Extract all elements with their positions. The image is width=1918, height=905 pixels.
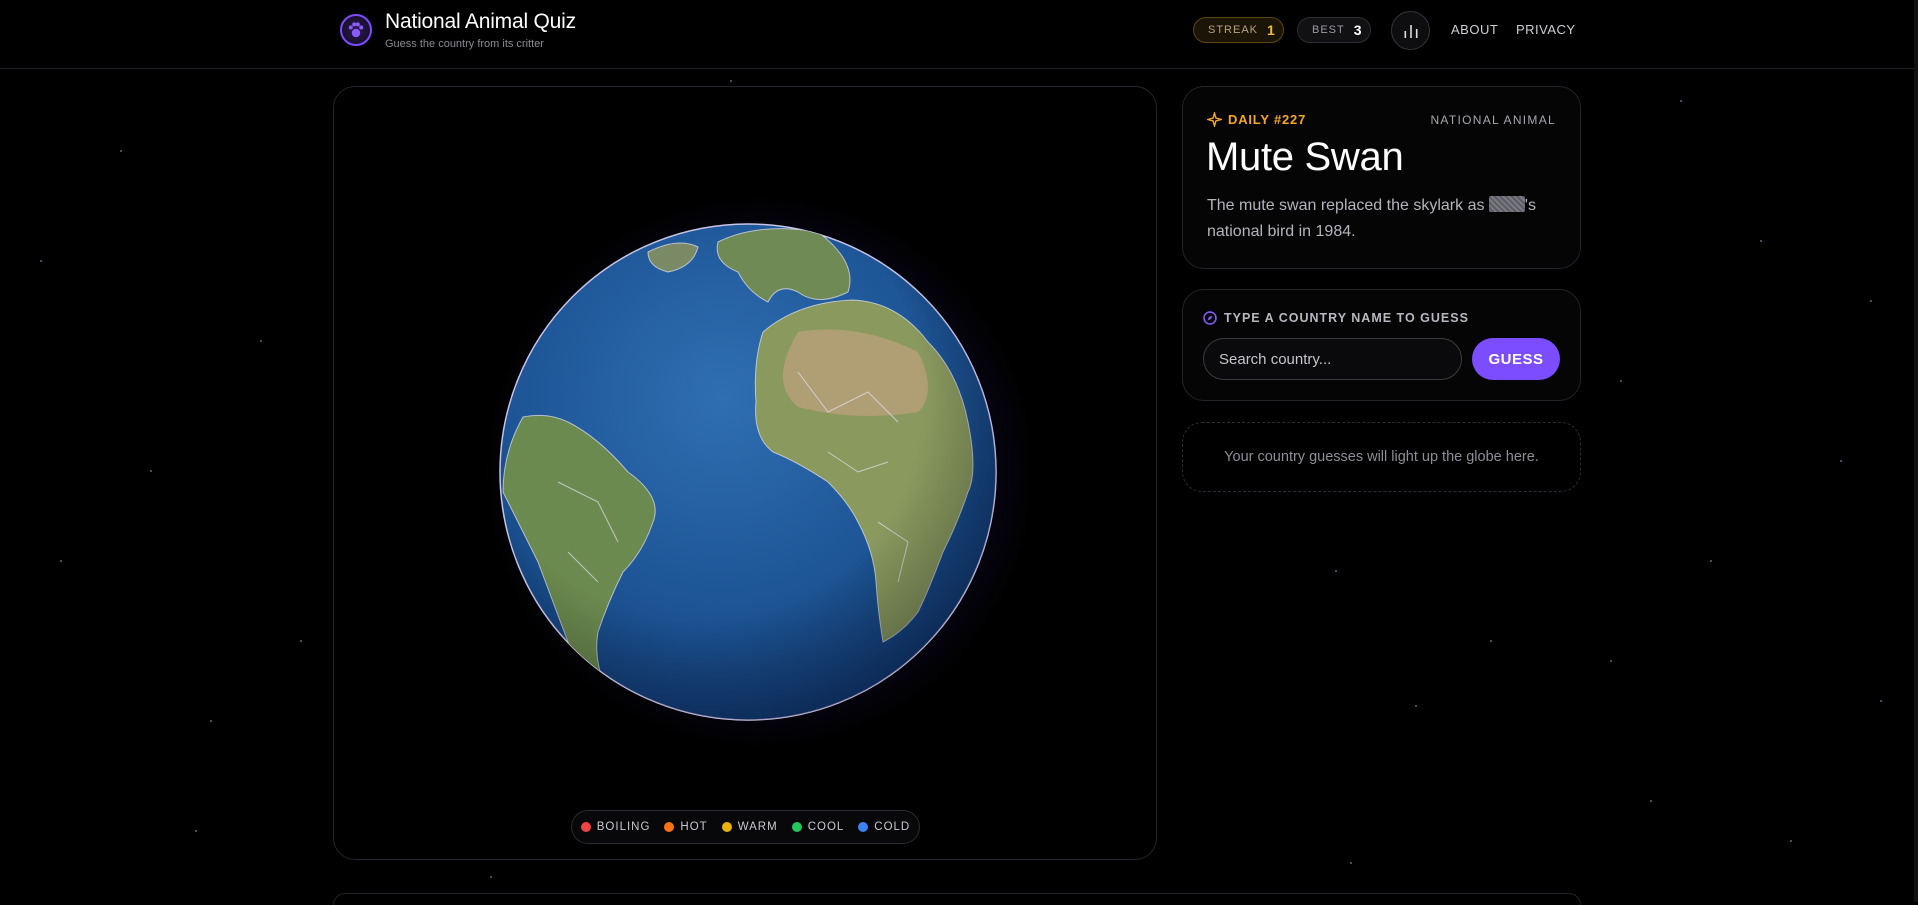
app-subtitle: Guess the country from its critter (385, 38, 544, 50)
guesses-empty-state: Your country guesses will light up the g… (1182, 422, 1581, 492)
sparkle-icon (1207, 112, 1222, 127)
legend-warm: WARM (721, 821, 778, 833)
warm-dot-icon (721, 822, 732, 832)
hot-dot-icon (664, 822, 675, 832)
cool-dot-icon (791, 822, 802, 832)
page-scrollbar[interactable] (1914, 0, 1918, 902)
legend-label: WARM (737, 821, 778, 833)
legend-label: BOILING (596, 821, 651, 833)
redacted-country (1488, 196, 1525, 212)
privacy-link[interactable]: PRIVACY (1516, 22, 1576, 37)
country-search-input[interactable] (1203, 338, 1462, 380)
daily-label: DAILY #227 (1228, 112, 1307, 127)
animal-fact: The mute swan replaced the skylark as 's… (1207, 193, 1567, 245)
compass-icon (1203, 311, 1217, 325)
bar-chart-icon (1404, 25, 1418, 38)
animal-name: Mute Swan (1206, 135, 1404, 179)
guess-button[interactable]: GUESS (1472, 338, 1560, 380)
streak-value: 1 (1267, 22, 1275, 38)
app-title[interactable]: National Animal Quiz (385, 10, 576, 34)
best-badge: BEST 3 (1297, 17, 1371, 43)
legend-boiling: BOILING (580, 821, 651, 833)
earth-globe[interactable] (498, 222, 998, 722)
about-link[interactable]: ABOUT (1451, 22, 1498, 37)
streak-label: STREAK (1208, 24, 1259, 36)
guess-label: TYPE A COUNTRY NAME TO GUESS (1224, 311, 1469, 325)
boiling-dot-icon (580, 822, 591, 832)
legend-label: HOT (680, 821, 708, 833)
legend-hot: HOT (664, 821, 707, 833)
cold-dot-icon (858, 822, 869, 832)
temperature-legend: BOILING HOT WARM COOL COLD (571, 810, 920, 844)
guess-card: TYPE A COUNTRY NAME TO GUESS GUESS (1182, 289, 1581, 401)
legend-cool: COOL (791, 821, 845, 833)
daily-badge: DAILY #227 (1207, 112, 1306, 127)
best-value: 3 (1353, 22, 1362, 38)
puzzle-card: DAILY #227 NATIONAL ANIMAL Mute Swan The… (1182, 86, 1581, 269)
streak-badge: STREAK 1 (1193, 17, 1284, 43)
category-label: NATIONAL ANIMAL (1430, 113, 1556, 127)
paw-logo-icon[interactable] (340, 14, 372, 46)
guess-instructions: TYPE A COUNTRY NAME TO GUESS (1203, 311, 1469, 325)
best-label: BEST (1312, 24, 1345, 36)
stats-button[interactable] (1391, 11, 1430, 50)
fact-text: The mute swan replaced the skylark as (1207, 197, 1489, 214)
top-bar: National Animal Quiz Guess the country f… (0, 0, 1918, 69)
lower-panel-edge (333, 893, 1581, 905)
legend-label: COOL (807, 821, 845, 833)
legend-cold: COLD (858, 821, 910, 833)
legend-label: COLD (874, 821, 911, 833)
